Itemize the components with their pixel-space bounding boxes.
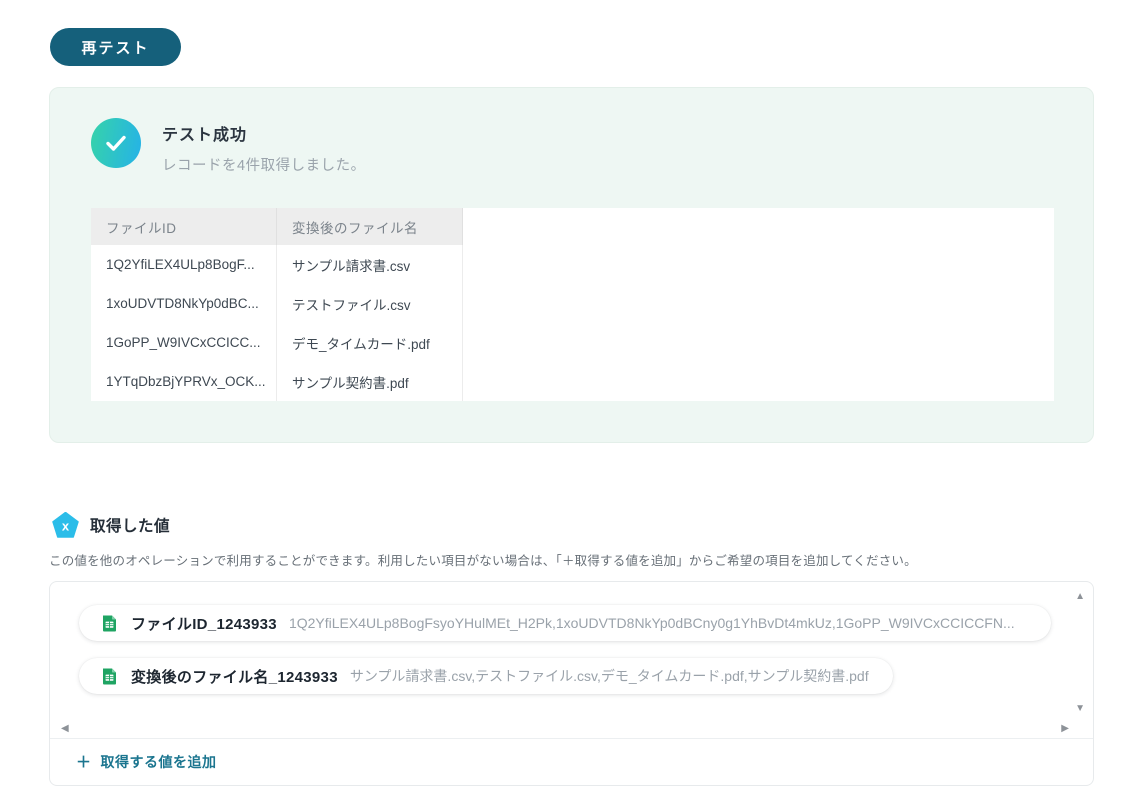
value-pill-file-id[interactable]: ファイルID_1243933 1Q2YfiLEX4ULp8BogFsyoYHul… [79, 605, 1051, 641]
value-pill-converted-filename[interactable]: 変換後のファイル名_1243933 サンプル請求書.csv,テストファイル.cs… [79, 658, 893, 694]
cell-file-id: 1GoPP_W9IVCxCCICC... [91, 323, 277, 362]
values-scroll-area: ファイルID_1243933 1Q2YfiLEX4ULp8BogFsyoYHul… [50, 582, 1093, 738]
table-row: 1xoUDVTD8NkYp0dBC... テストファイル.csv [91, 284, 1054, 323]
pill-label: 変換後のファイル名_1243933 [131, 668, 338, 686]
success-subtitle: レコードを4件取得しました。 [162, 158, 366, 174]
pill-value: サンプル請求書.csv,テストファイル.csv,デモ_タイムカード.pdf,サン… [349, 668, 869, 684]
add-value-label: 取得する値を追加 [100, 753, 217, 770]
scroll-right-icon[interactable]: ▶ [1061, 723, 1069, 734]
table-row: 1GoPP_W9IVCxCCICC... デモ_タイムカード.pdf [91, 323, 1054, 362]
plus-icon: ＋ [76, 754, 92, 772]
values-description: この値を他のオペレーションで利用することができます。利用したい項目がない場合は、… [49, 554, 917, 568]
table-row: 1Q2YfiLEX4ULp8BogF... サンプル請求書.csv [91, 245, 1054, 284]
retrieved-values-title: 取得した値 [90, 518, 171, 535]
pill-value: 1Q2YfiLEX4ULp8BogFsyoYHulMEt_H2Pk,1xoUDV… [288, 615, 1015, 631]
success-check-icon [91, 118, 141, 168]
cell-file-id: 1YTqDbzBjYPRVx_OCK... [91, 362, 277, 401]
retrieved-values-header: x 取得した値 [52, 511, 1147, 538]
table-header-converted-filename: 変換後のファイル名 [277, 208, 463, 245]
test-success-panel: テスト成功 レコードを4件取得しました。 ファイルID 変換後のファイル名 1Q… [49, 87, 1094, 443]
cell-filename: テストファイル.csv [277, 284, 463, 323]
retrieved-values-panel: ファイルID_1243933 1Q2YfiLEX4ULp8BogFsyoYHul… [49, 581, 1094, 786]
scroll-up-icon[interactable]: ▲ [1075, 592, 1085, 602]
cell-file-id: 1xoUDVTD8NkYp0dBC... [91, 284, 277, 323]
success-header: テスト成功 レコードを4件取得しました。 [91, 118, 1052, 175]
cell-file-id: 1Q2YfiLEX4ULp8BogF... [91, 245, 277, 284]
cell-filename: サンプル契約書.pdf [277, 362, 463, 401]
google-sheets-icon [100, 667, 119, 686]
result-table: ファイルID 変換後のファイル名 1Q2YfiLEX4ULp8BogF... サ… [91, 208, 1054, 401]
table-header-file-id: ファイルID [91, 208, 277, 245]
values-panel-footer: ＋ 取得する値を追加 [50, 737, 1093, 785]
success-title: テスト成功 [162, 127, 248, 144]
variable-x-icon: x [52, 511, 79, 538]
google-sheets-icon [100, 614, 119, 633]
scroll-down-icon[interactable]: ▼ [1075, 703, 1085, 714]
add-value-button[interactable]: ＋ 取得する値を追加 [76, 751, 217, 772]
svg-text:x: x [62, 519, 70, 534]
cell-filename: デモ_タイムカード.pdf [277, 323, 463, 362]
table-row: 1YTqDbzBjYPRVx_OCK... サンプル契約書.pdf [91, 362, 1054, 401]
page: 再テスト テスト成功 レコードを4件取得しました。 ファイルID 変換後のファイ… [0, 0, 1147, 812]
pill-label: ファイルID_1243933 [131, 615, 277, 633]
scroll-left-icon[interactable]: ◀ [61, 723, 69, 734]
success-texts: テスト成功 レコードを4件取得しました。 [162, 118, 366, 175]
cell-filename: サンプル請求書.csv [277, 245, 463, 284]
retest-button[interactable]: 再テスト [50, 28, 181, 66]
table-header-row: ファイルID 変換後のファイル名 [91, 208, 1054, 245]
